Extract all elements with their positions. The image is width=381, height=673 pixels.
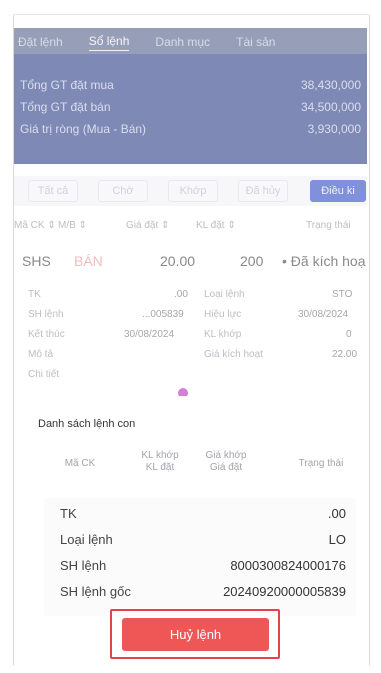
modal-backdrop[interactable] [14,14,369,414]
list-item: SH lệnh 8000300824000176 [60,558,346,580]
col-status: Trạng thái [298,458,344,469]
col-matched-qty: KL khớp [141,450,179,461]
list-item: SH lệnh gốc 20240920000005839 [60,584,346,606]
item-value: 20240920000005839 [223,584,346,599]
col-order-qty: KL đặt [145,462,175,473]
cancel-order-button[interactable]: Huỷ lệnh [122,618,269,651]
col-order-price: Giá đặt [209,462,243,473]
item-value: 8000300824000176 [230,558,346,573]
item-label: Loại lệnh [60,532,113,547]
sheet-title: Danh sách lệnh con [38,418,136,430]
child-orders-header: Mã CK KL khớp KL đặt Giá khớp Giá đặt Tr… [28,448,368,480]
child-order-card: TK .00 Loại lệnh LO SH lệnh 800030082400… [44,498,356,616]
item-label: SH lệnh [60,558,107,573]
list-item: Loại lệnh LO [60,532,346,554]
item-label: SH lệnh gốc [60,584,131,599]
item-value: LO [328,532,346,547]
item-label: TK [60,506,77,521]
col-symbol: Mã CK [64,458,96,469]
list-item: TK .00 [60,506,346,528]
item-value: .00 [327,506,346,521]
col-matched-price: Giá khớp [205,450,247,461]
